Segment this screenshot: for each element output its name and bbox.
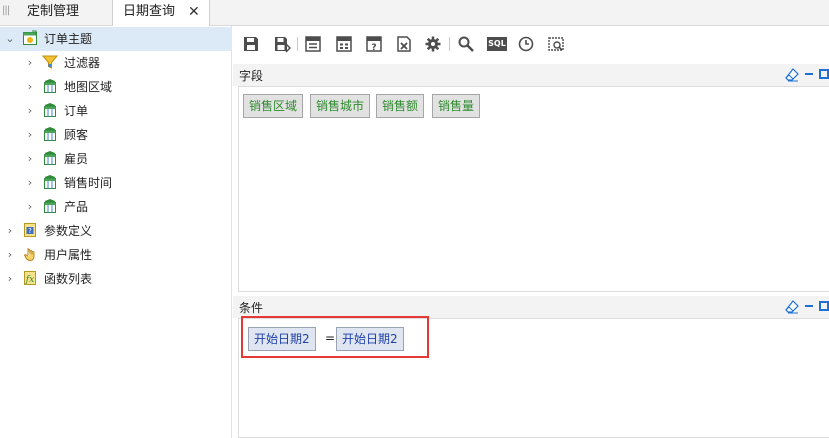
toolbar-separator (449, 37, 450, 51)
chevron-right-icon[interactable]: › (25, 129, 35, 141)
minimize-icon[interactable] (805, 305, 813, 307)
maximize-icon[interactable] (819, 301, 829, 311)
search-icon[interactable] (457, 35, 475, 53)
svg-text:fx: fx (25, 275, 34, 285)
save-as-icon[interactable] (273, 35, 291, 53)
export-icon[interactable] (395, 35, 413, 53)
tab-label: 定制管理 (27, 4, 80, 19)
drag-grip-icon[interactable]: ||| (2, 5, 12, 19)
conditions-section-title: 条件 (239, 301, 264, 315)
table-icon (44, 103, 56, 117)
chevron-right-icon[interactable]: › (25, 201, 35, 213)
query-editor: ? SQL 字段 销售区域 销售城市 销售额 销售量 条件 开始日期2 = 开始… (233, 26, 829, 438)
conditions-section-header: 条件 (233, 296, 829, 318)
conditions-drop-area[interactable]: 开始日期2 = 开始日期2 (238, 316, 829, 438)
field-chip-sales-region[interactable]: 销售区域 (243, 94, 304, 118)
fields-section-header: 字段 (233, 64, 829, 86)
parameter-icon: ? (24, 223, 36, 237)
chevron-right-icon[interactable]: › (5, 273, 15, 285)
highlight-box (241, 316, 429, 358)
tab-custom-management[interactable]: 定制管理 (24, 0, 112, 26)
maximize-icon[interactable] (819, 69, 829, 79)
help-icon[interactable]: ? (365, 35, 383, 53)
tree-item-order[interactable]: › 订单 (0, 99, 232, 123)
table-icon (44, 127, 56, 141)
table-icon (44, 151, 56, 165)
tree-item-label: 产品 (64, 200, 89, 214)
tree-item-filter[interactable]: › 过滤器 (0, 51, 232, 75)
close-icon[interactable]: ✕ (188, 0, 204, 24)
chevron-right-icon[interactable]: › (5, 249, 15, 261)
svg-text:?: ? (28, 227, 32, 235)
chevron-right-icon[interactable]: › (25, 81, 35, 93)
tree-item-parameters[interactable]: › ? 参数定义 (0, 219, 232, 243)
subject-icon (23, 30, 37, 45)
tree-item-label: 过滤器 (64, 56, 101, 70)
minimize-icon[interactable] (805, 73, 813, 75)
section-tools (785, 68, 829, 82)
chevron-down-icon[interactable]: ⌄ (5, 33, 15, 45)
table-icon (44, 199, 56, 213)
chevron-right-icon[interactable]: › (25, 177, 35, 189)
tree-item-order-subject[interactable]: ⌄ 订单主题 (0, 27, 232, 51)
sql-icon[interactable]: SQL (487, 37, 507, 51)
tree-item-label: 用户属性 (44, 248, 93, 262)
fields-drop-area[interactable]: 销售区域 销售城市 销售额 销售量 (238, 86, 829, 292)
section-tools (785, 300, 829, 314)
tree-item-functions[interactable]: › fx 函数列表 (0, 267, 232, 291)
table-icon (44, 175, 56, 189)
tree-item-product[interactable]: › 产品 (0, 195, 232, 219)
tree-item-label: 参数定义 (44, 224, 93, 238)
toolbar: ? SQL (233, 32, 829, 56)
save-icon[interactable] (242, 35, 260, 53)
function-icon: fx (24, 271, 36, 285)
tab-label: 日期查询 (123, 4, 176, 19)
tab-strip: ||| 定制管理 日期查询 ✕ (0, 0, 829, 27)
tree-item-label: 顾客 (64, 128, 89, 142)
field-chip-sales-amount[interactable]: 销售额 (376, 94, 425, 118)
chevron-right-icon[interactable]: › (25, 105, 35, 117)
hand-icon (23, 248, 35, 262)
chevron-right-icon[interactable]: › (25, 153, 35, 165)
field-chip-sales-city[interactable]: 销售城市 (310, 94, 371, 118)
toolbar-separator (297, 37, 298, 51)
tree-item-label: 函数列表 (44, 272, 93, 286)
clock-icon[interactable] (517, 35, 535, 53)
tree-item-label: 订单主题 (44, 32, 93, 46)
tree-item-sales-time[interactable]: › 销售时间 (0, 171, 232, 195)
eraser-icon[interactable] (785, 68, 799, 82)
chevron-right-icon[interactable]: › (5, 225, 15, 237)
tab-date-query[interactable]: 日期查询 ✕ (112, 0, 210, 27)
chevron-right-icon[interactable]: › (25, 57, 35, 69)
tree-item-map-region[interactable]: › 地图区域 (0, 75, 232, 99)
tree-item-label: 地图区域 (64, 80, 113, 94)
field-chip-sales-volume[interactable]: 销售量 (432, 94, 481, 118)
tree-item-label: 雇员 (64, 152, 89, 166)
eraser-icon[interactable] (785, 300, 799, 314)
filter-icon (42, 55, 58, 69)
fields-section-title: 字段 (239, 69, 264, 83)
preview-icon[interactable] (547, 35, 565, 53)
settings-icon[interactable] (424, 35, 442, 53)
tree-item-label: 订单 (64, 104, 89, 118)
tree-item-customer[interactable]: › 顾客 (0, 123, 232, 147)
tree-item-label: 销售时间 (64, 176, 113, 190)
subject-tree: ⌄ 订单主题 › 过滤器 › 地图区域 › 订单 › 顾客 › 雇员 › 销售时… (0, 26, 232, 438)
table-icon (44, 79, 56, 93)
report-icon[interactable] (335, 35, 353, 53)
svg-text:?: ? (371, 43, 376, 53)
layout-icon[interactable] (304, 35, 322, 53)
tree-item-user-attributes[interactable]: › 用户属性 (0, 243, 232, 267)
tree-item-employee[interactable]: › 雇员 (0, 147, 232, 171)
